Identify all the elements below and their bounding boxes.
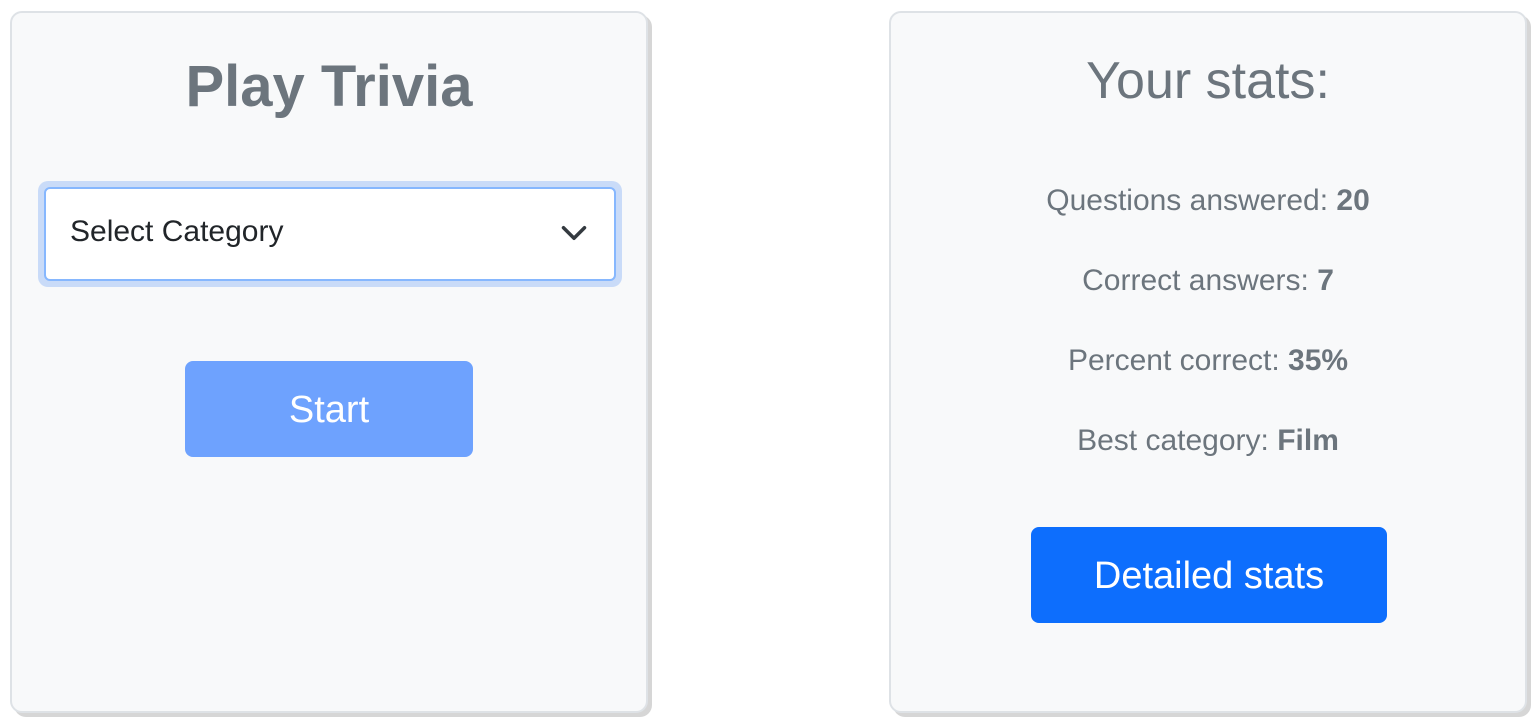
category-select[interactable]: Select Category [44,187,616,281]
stat-best-category-value: Film [1277,424,1339,457]
detailed-stats-button[interactable]: Detailed stats [1031,527,1387,623]
chevron-down-icon [561,226,587,240]
stat-correct-answers-label: Correct answers: [1082,264,1318,297]
stat-correct-answers-value: 7 [1317,264,1334,297]
play-trivia-card: Play Trivia Select Category Start [10,11,648,713]
stat-best-category: Best category: Film [891,423,1525,459]
stat-percent-correct: Percent correct: 35% [891,343,1525,379]
play-trivia-title: Play Trivia [185,54,473,119]
stat-questions-answered: Questions answered: 20 [891,183,1525,219]
category-select-value: Select Category [70,215,284,248]
stat-best-category-label: Best category: [1077,424,1278,457]
stat-questions-answered-label: Questions answered: [1046,184,1337,217]
category-select-focus-ring: Select Category [38,181,622,287]
stat-questions-answered-value: 20 [1336,184,1370,217]
stat-percent-correct-label: Percent correct: [1067,344,1289,377]
stat-percent-correct-value: 35% [1288,344,1349,377]
stats-title: Your stats: [1086,52,1330,110]
stat-correct-answers: Correct answers: 7 [891,263,1525,299]
stats-card: Your stats: Questions answered: 20 Corre… [889,11,1527,713]
start-button[interactable]: Start [185,361,473,457]
